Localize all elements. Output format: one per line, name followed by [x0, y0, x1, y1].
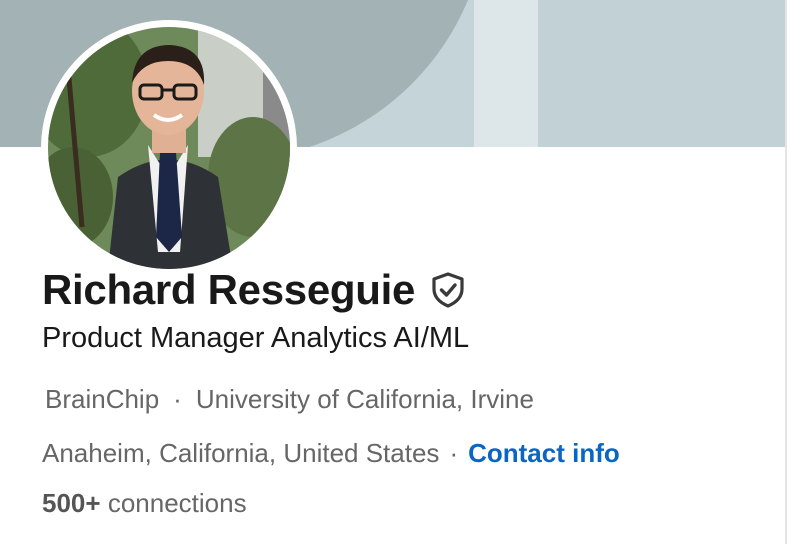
- banner-shape-right: [538, 0, 785, 147]
- profile-photo-image: [48, 27, 290, 269]
- separator-dot: ·: [173, 384, 182, 414]
- location-row: Anaheim, California, United States · Con…: [42, 438, 620, 469]
- connections-link[interactable]: 500+ connections: [42, 488, 247, 519]
- connections-count: 500+: [42, 488, 101, 518]
- profile-name: Richard Resseguie: [42, 266, 416, 313]
- name-row: Richard Resseguie: [42, 262, 467, 318]
- separator-dot: ·: [449, 438, 459, 468]
- card-edge-divider: [785, 0, 787, 544]
- profile-headline: Product Manager Analytics AI/ML: [42, 322, 470, 354]
- banner-shape-highlight: [474, 0, 538, 147]
- company-link[interactable]: BrainChip: [45, 384, 159, 415]
- verified-shield-icon[interactable]: [429, 271, 467, 309]
- contact-info-link[interactable]: Contact info: [468, 438, 620, 469]
- school-link[interactable]: University of California, Irvine: [196, 384, 534, 415]
- connections-label: connections: [107, 488, 247, 518]
- profile-location: Anaheim, California, United States: [42, 438, 440, 468]
- organization-row: BrainChip · University of California, Ir…: [45, 384, 534, 415]
- profile-photo[interactable]: [41, 20, 297, 276]
